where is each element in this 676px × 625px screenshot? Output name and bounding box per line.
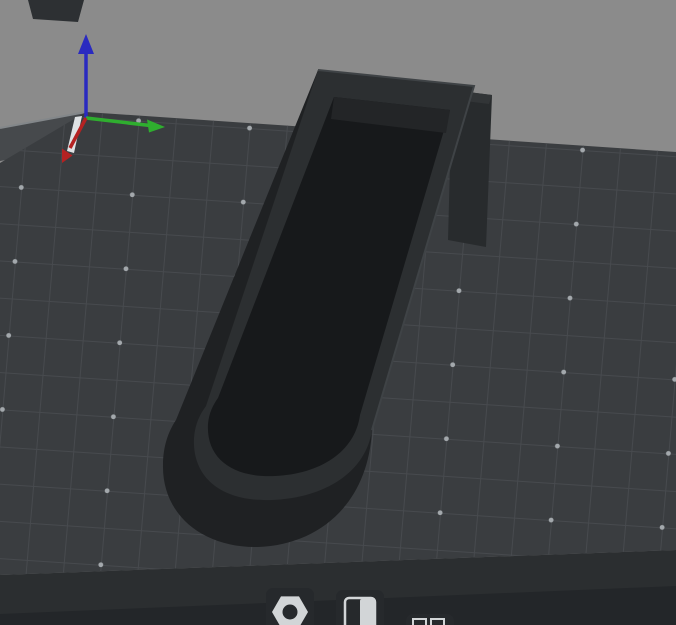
toolbar-button-nut[interactable] [266,588,314,625]
split-square-fill [360,599,374,625]
hex-nut-hole [282,604,298,620]
toolbar-button-squares[interactable] [406,614,454,625]
viewport-canvas[interactable] [0,0,676,625]
toolbar-button-split[interactable] [336,590,384,625]
top-edge-notch [28,0,84,22]
slicer-3d-viewport[interactable] [0,0,676,625]
